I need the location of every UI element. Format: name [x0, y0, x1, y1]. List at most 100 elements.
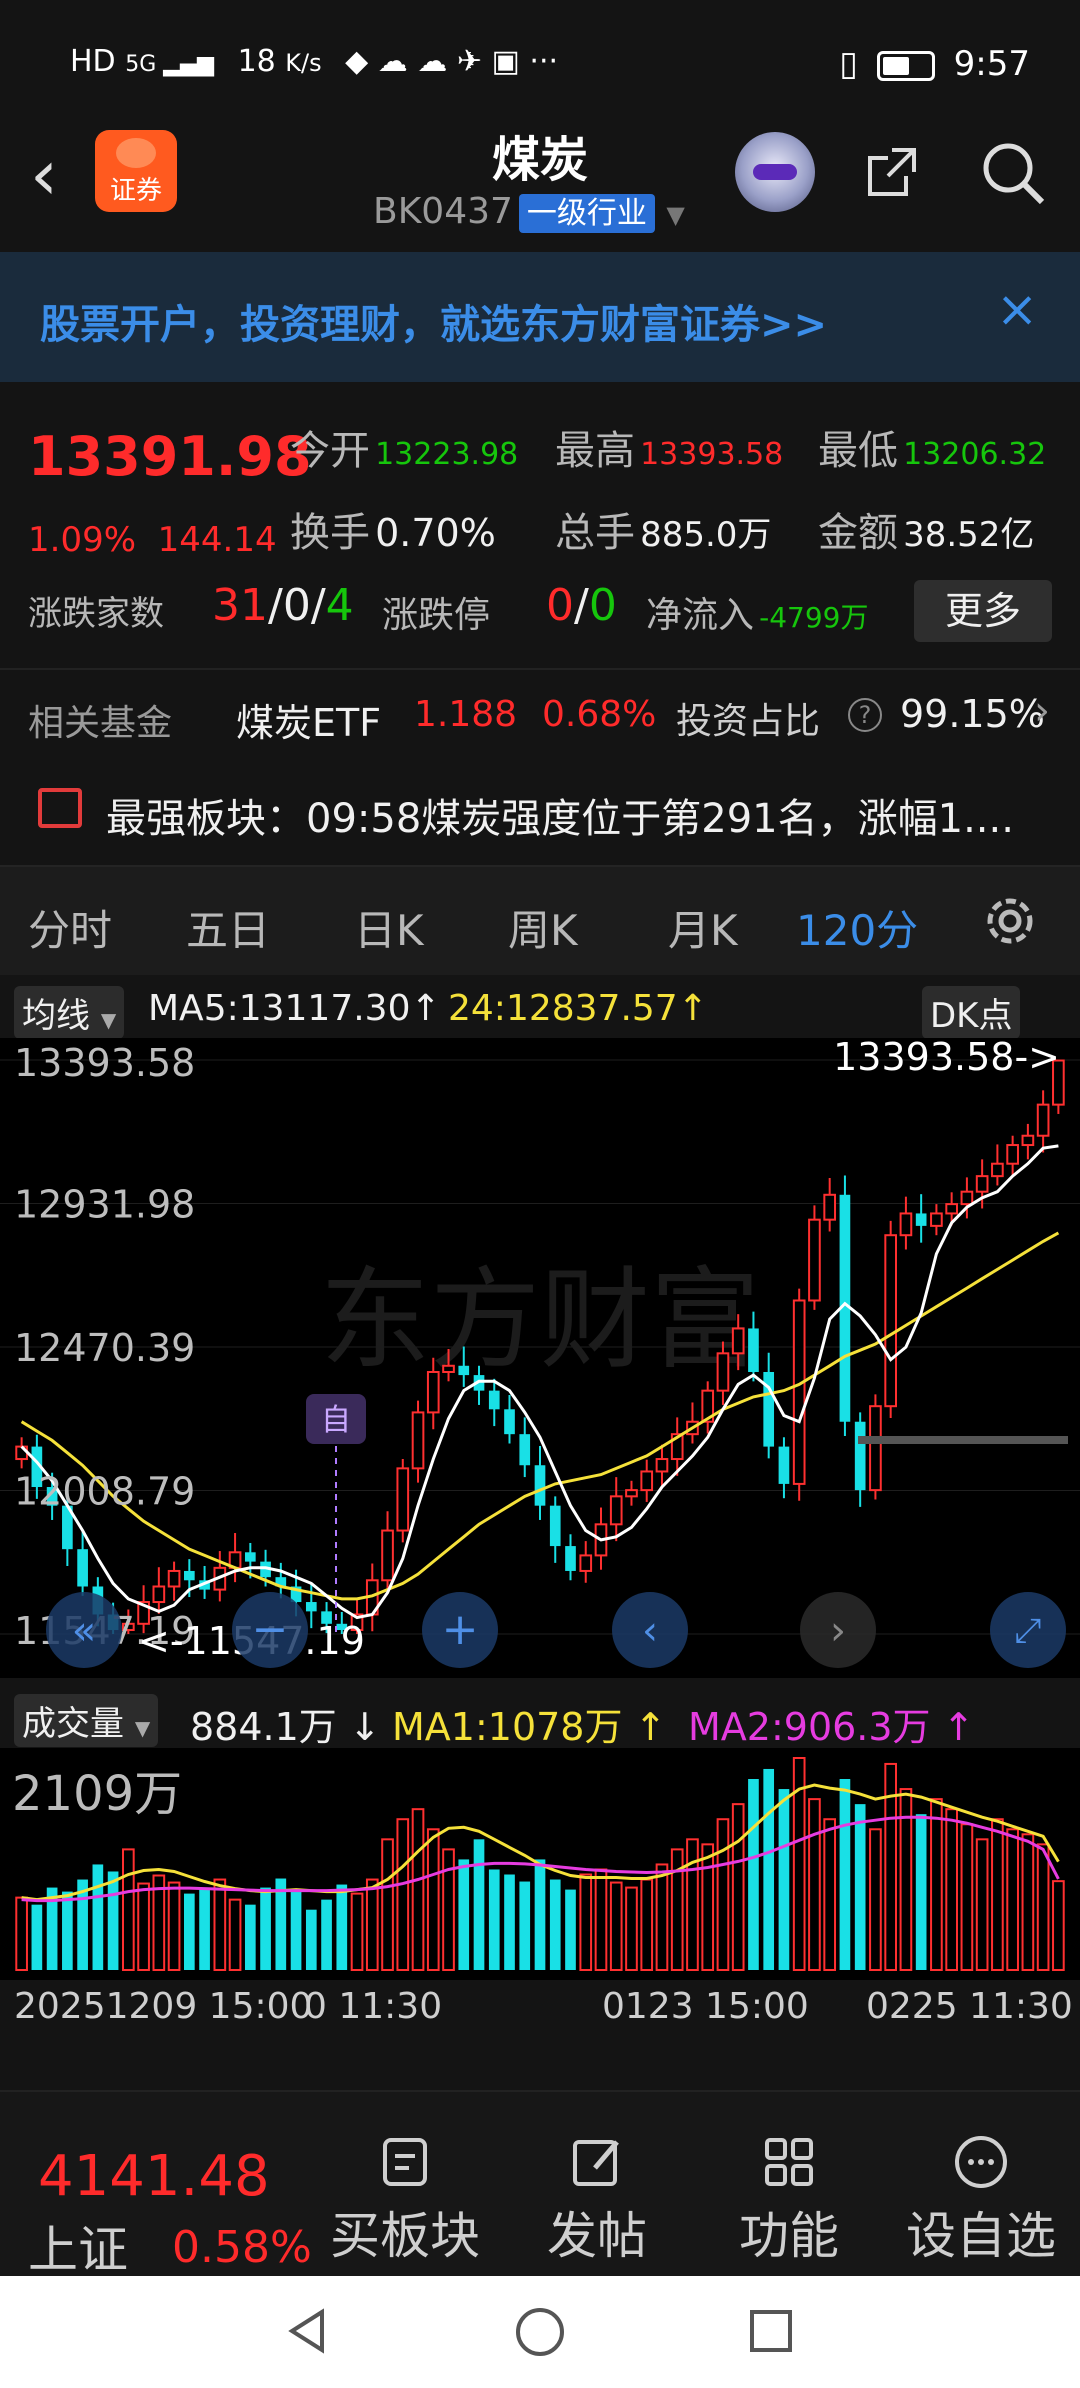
candle-body [748, 1328, 759, 1372]
y-tick-label: 12470.39 [14, 1326, 195, 1370]
add-watchlist-button[interactable]: 设自选 [906, 2132, 1056, 2268]
strong-sector-row[interactable]: 最强板块：09:58煤炭强度位于第291名，涨幅1.... [0, 768, 1080, 858]
system-nav-bar [0, 2276, 1080, 2388]
x-tick-3: 0225 11:30 [866, 1986, 1073, 2027]
volume-bar [991, 1818, 1004, 1971]
zoom-in-button[interactable]: + [422, 1592, 498, 1668]
volume-bar [290, 1891, 302, 1970]
buy-sector-icon [383, 2138, 427, 2186]
candle-body [77, 1549, 88, 1587]
volume-bar [305, 1909, 317, 1970]
volume-bar [107, 1871, 119, 1970]
change-value: 144.14 [157, 520, 277, 560]
volume-bar [336, 1884, 348, 1970]
tab-intraday[interactable]: 分时 [28, 897, 112, 958]
more-button[interactable]: 更多 [914, 580, 1052, 642]
system-home-icon[interactable] [514, 2306, 566, 2358]
candlestick-chart[interactable]: 东方财富 13393.5812931.9812470.3912008.79115… [0, 1038, 1080, 1678]
fund-price: 1.188 [414, 694, 518, 735]
volume-bar [137, 1882, 150, 1972]
volume-legend: 成交量 ▼ 884.1万 ↓ MA1:1078万 ↑ MA2:906.3万 ↑ [0, 1686, 1080, 1749]
volume-bar [549, 1879, 561, 1970]
price-change: 1.09% 144.14 [28, 520, 277, 560]
fund-name[interactable]: 煤炭ETF [236, 692, 381, 747]
candle-body [930, 1212, 943, 1227]
volume-bar [183, 1893, 195, 1970]
volume-value: 884.1万 ↓ [190, 1705, 381, 1749]
candle-body [655, 1458, 669, 1473]
candle-body [442, 1364, 455, 1373]
close-icon[interactable]: × [996, 280, 1038, 338]
securities-app-icon[interactable]: 证券 [95, 130, 177, 212]
share-icon[interactable] [862, 142, 922, 202]
volume-bar [1052, 1880, 1065, 1971]
promo-text[interactable]: 股票开户，投资理财，就选东方财富证券>> [40, 292, 827, 350]
volume-bar [228, 1898, 242, 1972]
index-name[interactable]: 上证 [28, 2210, 128, 2282]
x-tick-0: 20251209 15:00 [14, 1986, 313, 2027]
related-fund-row[interactable]: 相关基金 煤炭ETF 1.188 0.68% 投资占比 ? 99.15% › [0, 668, 1080, 768]
scroll-left-button[interactable]: ‹ [612, 1592, 688, 1668]
flat-count: 0 [282, 580, 311, 631]
promo-banner[interactable]: 股票开户，投资理财，就选东方财富证券>> × [0, 252, 1080, 382]
volume-bar [473, 1839, 485, 1970]
signal-icon: 5G ▂▄▆ [125, 52, 215, 77]
functions-button[interactable]: 功能 [714, 2132, 864, 2268]
tab-weekly-k[interactable]: 周K [508, 897, 578, 958]
high-label: 最高 [555, 428, 635, 474]
dk-point-button[interactable]: DK点 [922, 986, 1021, 1039]
volume-bar [748, 1779, 759, 1970]
fullscreen-button[interactable]: ⤢ [990, 1592, 1066, 1668]
candle-body [152, 1585, 166, 1604]
limit-down-count: 0 [588, 580, 617, 631]
ma5-value: MA5:13117.30↑ [148, 988, 441, 1029]
tab-five-day[interactable]: 五日 [186, 897, 270, 958]
help-icon[interactable]: ? [848, 698, 882, 732]
search-icon[interactable] [978, 138, 1048, 208]
gear-icon[interactable] [978, 889, 1042, 953]
up-count: 31 [212, 580, 268, 631]
volume-bar [244, 1904, 256, 1970]
volume-bar [411, 1808, 425, 1971]
system-back-icon[interactable] [282, 2306, 332, 2356]
candle-body [167, 1569, 181, 1588]
inflow-label: 净流入 [646, 595, 755, 636]
self-select-marker[interactable]: 自 [321, 1403, 351, 1438]
buy-sector-button[interactable]: 买板块 [330, 2132, 480, 2268]
index-value[interactable]: 4141.48 [38, 2144, 270, 2209]
presentation-board-icon [38, 788, 82, 828]
fund-ratio-label: 投资占比 [676, 701, 821, 742]
candle-body [975, 1175, 989, 1193]
candle-body [519, 1434, 531, 1466]
tab-monthly-k[interactable]: 月K [668, 897, 738, 958]
zoom-out-button[interactable]: − [232, 1592, 308, 1668]
sector-code[interactable]: BK0437 一级行业 ▼ [373, 188, 685, 233]
candle-body [381, 1529, 394, 1582]
volume-bar [321, 1899, 332, 1970]
post-button[interactable]: 发帖 [522, 2132, 672, 2268]
amount-field: 金额 38.52亿 [818, 500, 1034, 558]
candle-body [183, 1570, 195, 1581]
ai-assistant-icon[interactable] [735, 132, 815, 212]
volume-bar [260, 1887, 271, 1970]
tab-120min[interactable]: 120分 [796, 897, 918, 958]
candle-body [1006, 1144, 1019, 1165]
volume-bar [504, 1874, 515, 1970]
scroll-right-button[interactable]: › [800, 1592, 876, 1668]
volume-selector[interactable]: 成交量 ▼ [14, 1694, 159, 1747]
back-arrow-icon[interactable]: ‹ [30, 140, 58, 210]
index-pct: 0.58% [172, 2222, 312, 2273]
volume-bar [625, 1886, 638, 1971]
tab-daily-k[interactable]: 日K [354, 897, 424, 958]
rewind-button[interactable]: « [46, 1592, 122, 1668]
system-recents-icon[interactable] [746, 2306, 796, 2356]
volume-chart[interactable]: 2109万 [0, 1748, 1080, 1980]
ma-legend: 均线 ▼ MA5:13117.30↑ 24:12837.57↑ DK点 [0, 978, 1080, 1039]
chevron-right-icon[interactable]: › [1034, 688, 1050, 734]
volume-bar [167, 1881, 181, 1971]
add-watchlist-label: 设自选 [906, 2207, 1056, 2265]
vol-ma1-value: MA1:1078万 ↑ [392, 1705, 667, 1749]
candle-body [869, 1405, 882, 1492]
ma-selector[interactable]: 均线 ▼ [14, 986, 125, 1039]
candle-body [640, 1470, 654, 1492]
